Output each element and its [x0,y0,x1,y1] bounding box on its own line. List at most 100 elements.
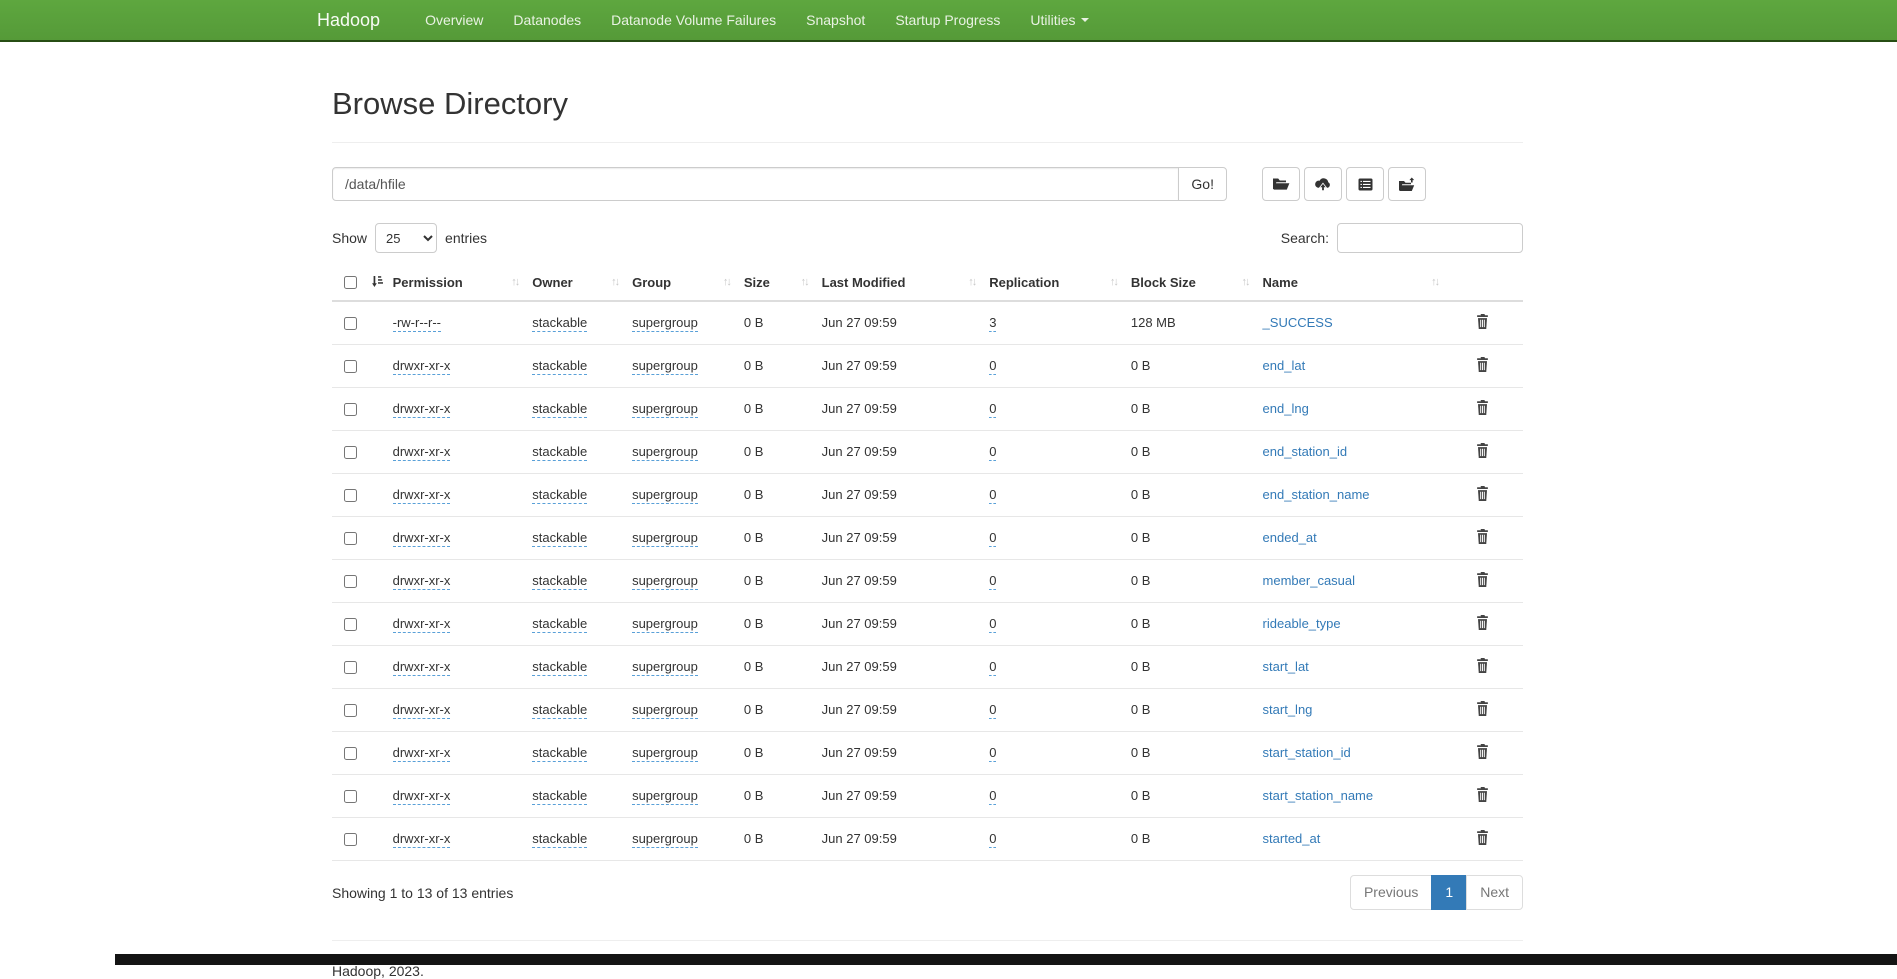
page-length-select[interactable]: 25 [375,223,437,253]
group-value[interactable]: supergroup [632,401,698,418]
permission-value[interactable]: drwxr-xr-x [393,616,451,633]
move-to-directory-button[interactable] [1388,167,1426,201]
row-checkbox[interactable] [344,446,357,459]
owner-value[interactable]: stackable [532,315,587,332]
file-name-link[interactable]: end_station_name [1263,487,1370,502]
owner-value[interactable]: stackable [532,358,587,375]
nav-link-startup-progress[interactable]: Startup Progress [880,0,1015,40]
column-header-block-size[interactable]: Block Size ↑↓ [1131,265,1263,301]
nav-link-snapshot[interactable]: Snapshot [791,0,880,40]
upload-files-button[interactable] [1304,167,1342,201]
replication-value[interactable]: 0 [989,616,996,633]
file-name-link[interactable]: start_station_name [1263,788,1374,803]
group-value[interactable]: supergroup [632,659,698,676]
delete-button[interactable] [1472,656,1493,678]
owner-value[interactable]: stackable [532,831,587,848]
file-name-link[interactable]: end_station_id [1263,444,1348,459]
file-name-link[interactable]: start_station_id [1263,745,1351,760]
replication-value[interactable]: 0 [989,487,996,504]
create-directory-button[interactable] [1262,167,1300,201]
replication-value[interactable]: 0 [989,788,996,805]
delete-button[interactable] [1472,441,1493,463]
previous-page-button[interactable]: Previous [1350,875,1432,911]
group-value[interactable]: supergroup [632,444,698,461]
nav-link-datanodes[interactable]: Datanodes [498,0,596,40]
replication-value[interactable]: 0 [989,659,996,676]
row-checkbox[interactable] [344,403,357,416]
owner-value[interactable]: stackable [532,616,587,633]
row-checkbox[interactable] [344,790,357,803]
group-value[interactable]: supergroup [632,530,698,547]
replication-value[interactable]: 0 [989,831,996,848]
row-checkbox[interactable] [344,661,357,674]
column-header-name[interactable]: Name ↑↓ [1263,265,1453,301]
column-header-size[interactable]: Size ↑↓ [744,265,822,301]
group-value[interactable]: supergroup [632,487,698,504]
nav-link-utilities-dropdown[interactable]: Utilities [1015,0,1103,40]
delete-button[interactable] [1472,398,1493,420]
delete-button[interactable] [1472,785,1493,807]
permission-value[interactable]: drwxr-xr-x [393,358,451,375]
row-checkbox[interactable] [344,532,357,545]
column-header-group[interactable]: Group ↑↓ [632,265,744,301]
delete-button[interactable] [1472,527,1493,549]
select-all-checkbox[interactable] [344,276,357,289]
file-name-link[interactable]: member_casual [1263,573,1356,588]
owner-value[interactable]: stackable [532,573,587,590]
pagination-previous[interactable]: Previous [1351,875,1432,911]
permission-value[interactable]: drwxr-xr-x [393,788,451,805]
owner-value[interactable]: stackable [532,702,587,719]
row-checkbox[interactable] [344,317,357,330]
search-input[interactable] [1337,223,1523,253]
permission-value[interactable]: drwxr-xr-x [393,401,451,418]
row-checkbox[interactable] [344,489,357,502]
row-checkbox[interactable] [344,747,357,760]
column-header-owner[interactable]: Owner ↑↓ [532,265,632,301]
nav-item-snapshot[interactable]: Snapshot [791,0,880,40]
file-name-link[interactable]: ended_at [1263,530,1317,545]
replication-value[interactable]: 0 [989,401,996,418]
group-value[interactable]: supergroup [632,788,698,805]
page-1-button[interactable]: 1 [1431,875,1467,911]
group-value[interactable]: supergroup [632,616,698,633]
replication-value[interactable]: 0 [989,444,996,461]
row-checkbox[interactable] [344,618,357,631]
nav-item-overview[interactable]: Overview [410,0,498,40]
file-name-link[interactable]: _SUCCESS [1263,315,1333,330]
row-checkbox[interactable] [344,833,357,846]
row-checkbox[interactable] [344,704,357,717]
navbar-brand[interactable]: Hadoop [317,0,395,40]
replication-value[interactable]: 0 [989,702,996,719]
column-header-select[interactable] [332,265,393,301]
column-header-permission[interactable]: Permission ↑↓ [393,265,533,301]
delete-button[interactable] [1472,613,1493,635]
file-name-link[interactable]: start_lng [1263,702,1313,717]
delete-button[interactable] [1472,312,1493,334]
file-name-link[interactable]: start_lat [1263,659,1309,674]
file-name-link[interactable]: rideable_type [1263,616,1341,631]
group-value[interactable]: supergroup [632,315,698,332]
replication-value[interactable]: 3 [989,315,996,332]
owner-value[interactable]: stackable [532,745,587,762]
nav-item-startup-progress[interactable]: Startup Progress [880,0,1015,40]
group-value[interactable]: supergroup [632,358,698,375]
pagination-next[interactable]: Next [1467,875,1523,911]
nav-item-utilities[interactable]: Utilities [1015,0,1103,40]
permission-value[interactable]: drwxr-xr-x [393,702,451,719]
permission-value[interactable]: drwxr-xr-x [393,831,451,848]
file-name-link[interactable]: started_at [1263,831,1321,846]
permission-value[interactable]: -rw-r--r-- [393,315,441,332]
go-button[interactable]: Go! [1178,167,1227,201]
nav-link-datanode-volume-failures[interactable]: Datanode Volume Failures [596,0,791,40]
delete-button[interactable] [1472,355,1493,377]
permission-value[interactable]: drwxr-xr-x [393,659,451,676]
replication-value[interactable]: 0 [989,530,996,547]
list-button[interactable] [1346,167,1384,201]
file-name-link[interactable]: end_lng [1263,401,1309,416]
owner-value[interactable]: stackable [532,444,587,461]
group-value[interactable]: supergroup [632,702,698,719]
nav-link-overview[interactable]: Overview [410,0,498,40]
permission-value[interactable]: drwxr-xr-x [393,573,451,590]
next-page-button[interactable]: Next [1466,875,1523,911]
group-value[interactable]: supergroup [632,573,698,590]
